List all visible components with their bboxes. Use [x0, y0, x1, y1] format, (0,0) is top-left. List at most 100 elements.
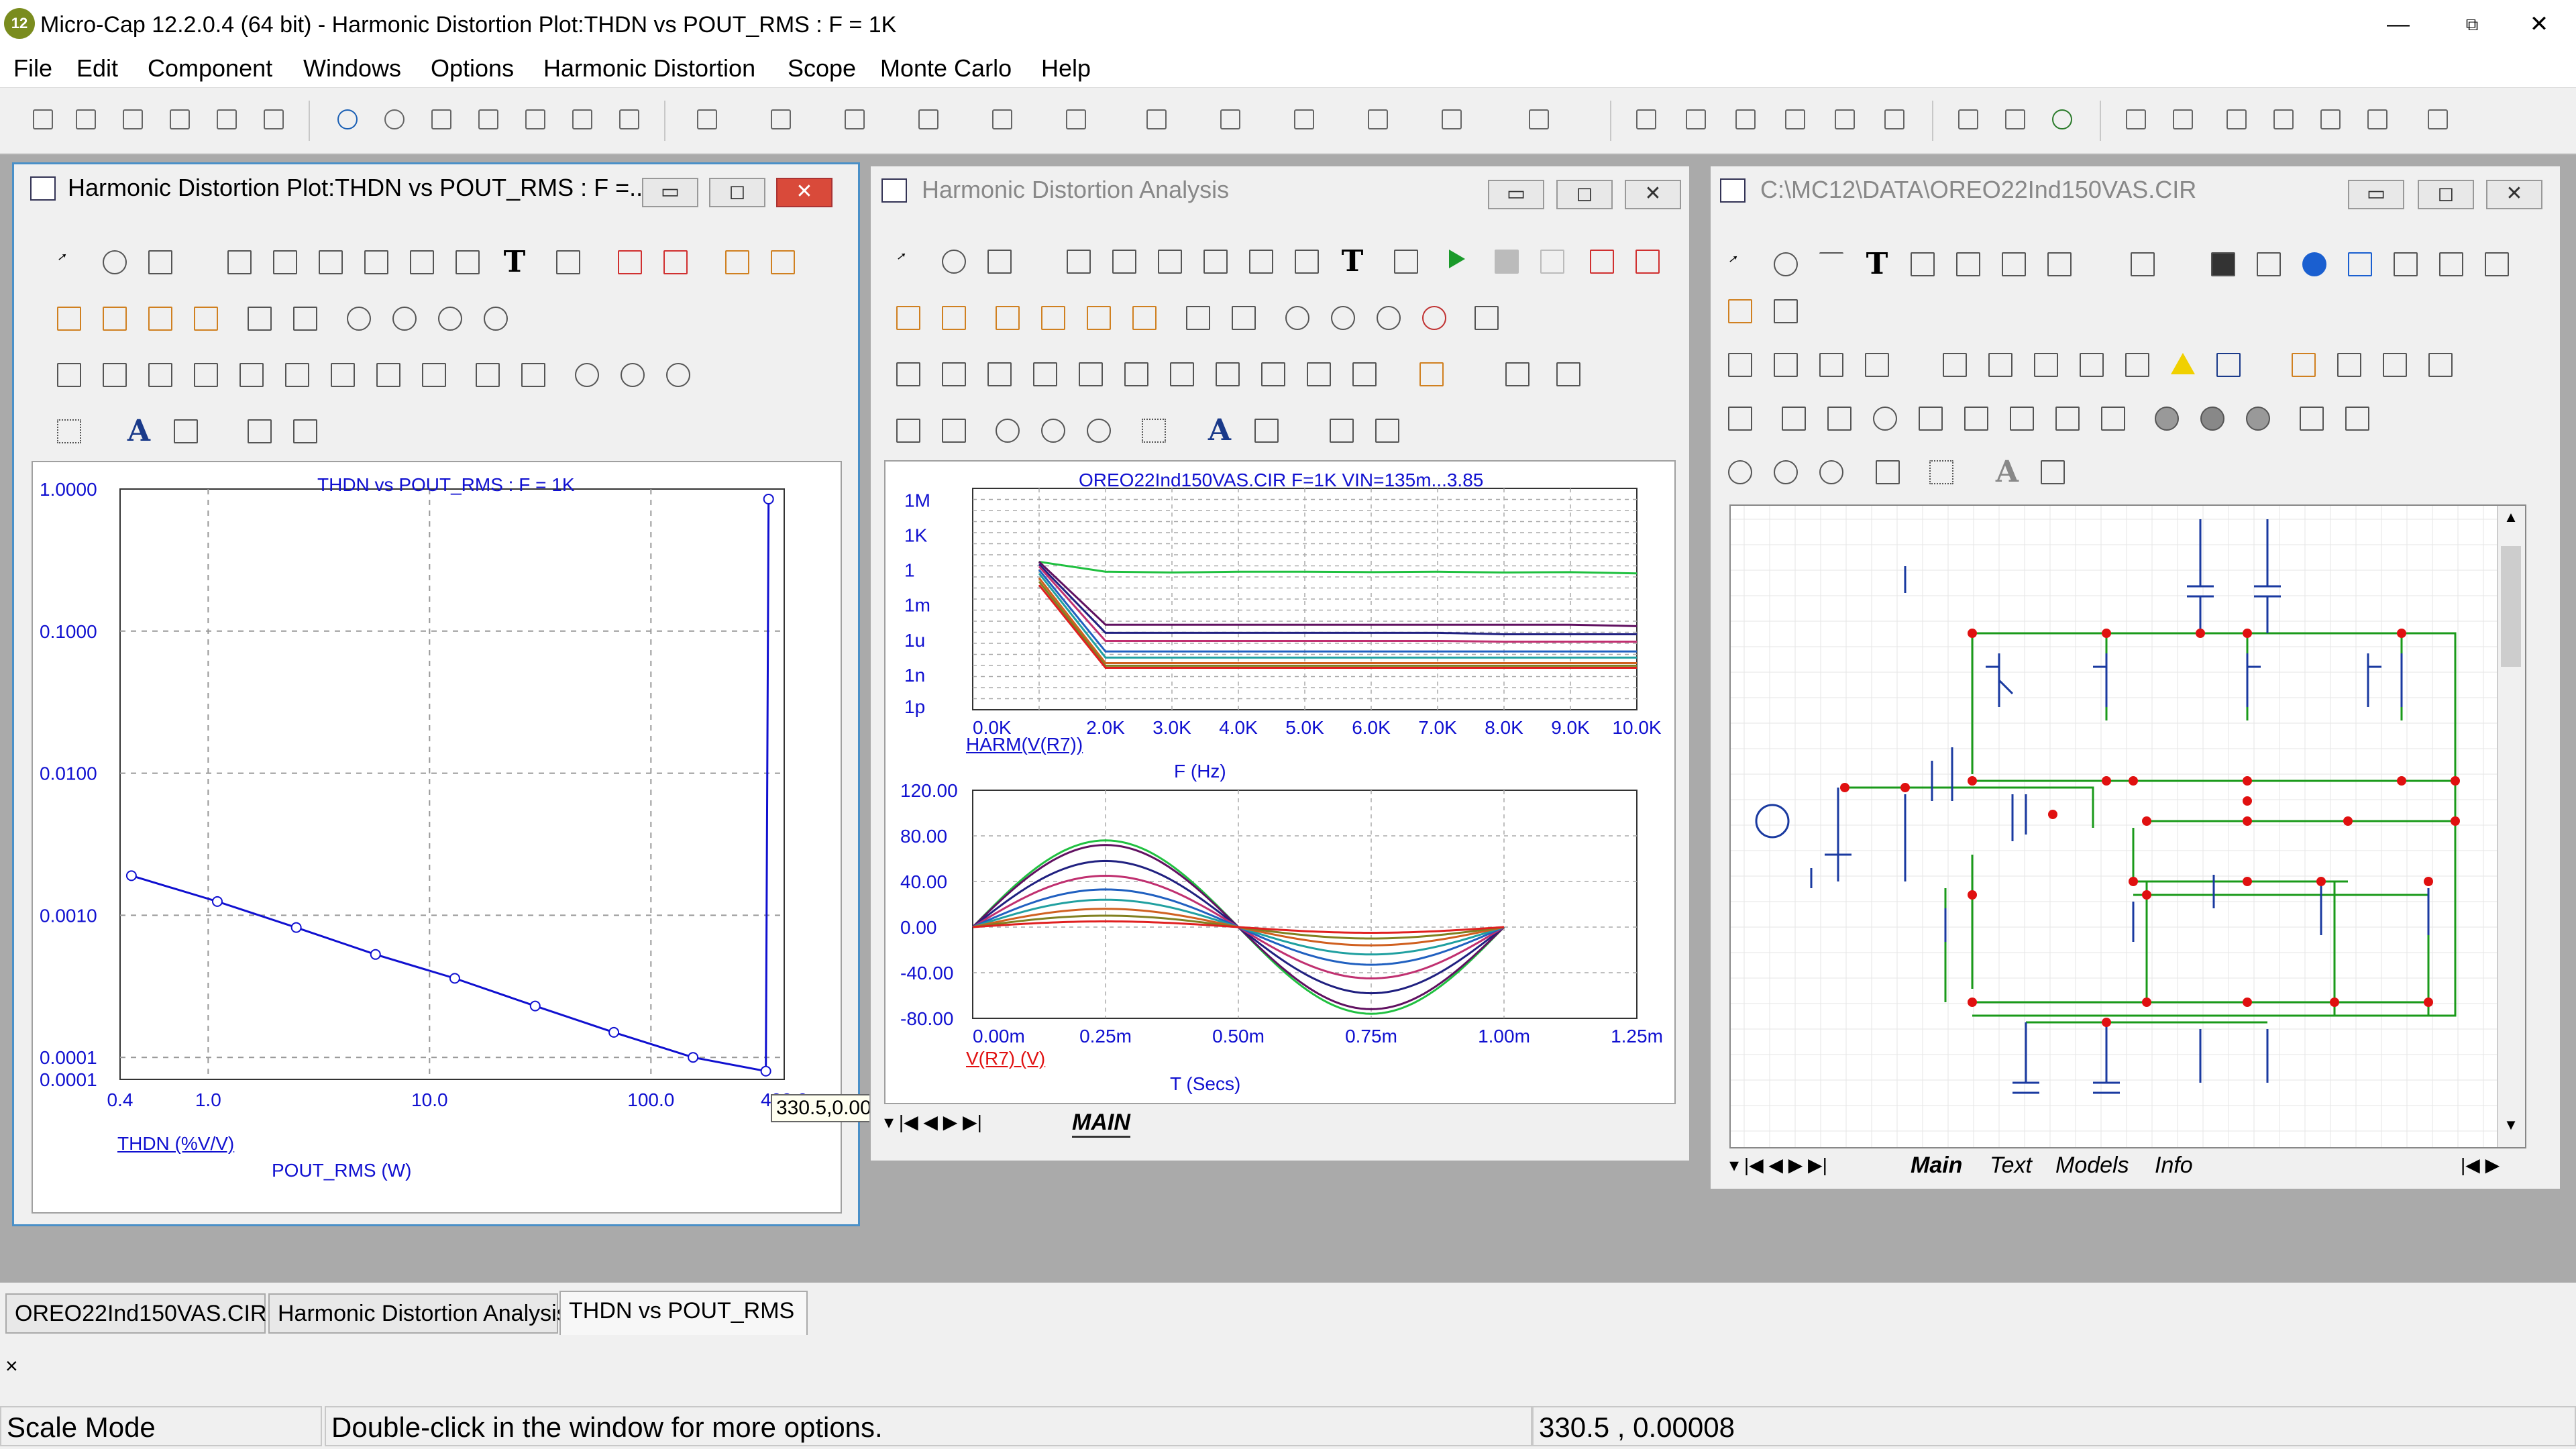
- chart-icon[interactable]: [1198, 244, 1233, 279]
- cursor-icon[interactable]: [1073, 357, 1108, 392]
- checkbox-icon[interactable]: [2434, 247, 2469, 282]
- stop-icon[interactable]: [1489, 244, 1524, 279]
- flip-icon[interactable]: [1913, 401, 1948, 436]
- source-icon[interactable]: [1436, 103, 1469, 137]
- select-mode-icon[interactable]: ➚: [52, 245, 87, 280]
- bus-icon[interactable]: [1996, 247, 2031, 282]
- valley-icon[interactable]: [1326, 301, 1360, 335]
- undo-icon[interactable]: [331, 103, 365, 137]
- tracker-icon[interactable]: [1630, 244, 1665, 279]
- pins-icon[interactable]: [2388, 247, 2423, 282]
- tile-vertical-icon[interactable]: [1680, 103, 1713, 137]
- node-icon[interactable]: [1937, 347, 1972, 382]
- thdn-plot-window[interactable]: Harmonic Distortion Plot:THDN vs POUT_RM…: [12, 162, 910, 1226]
- cursor-icon[interactable]: [891, 357, 926, 392]
- tracker-icon[interactable]: [612, 245, 647, 280]
- chart-icon[interactable]: [313, 245, 348, 280]
- zoom-out-icon[interactable]: [615, 358, 650, 392]
- opamp-icon[interactable]: [1214, 103, 1248, 137]
- redo-icon[interactable]: [378, 103, 412, 137]
- paste-plot-icon[interactable]: [288, 414, 323, 449]
- inductor-icon[interactable]: [912, 103, 946, 137]
- layout-icon[interactable]: [189, 301, 223, 336]
- menu-harmonic-distortion[interactable]: Harmonic Distortion: [543, 50, 755, 87]
- grid-icon[interactable]: [2211, 347, 2246, 382]
- paste-icon[interactable]: [519, 103, 553, 137]
- scale-mode-icon[interactable]: [143, 245, 178, 280]
- layout-icon[interactable]: [990, 301, 1025, 335]
- copy-icon[interactable]: [472, 103, 506, 137]
- chart-icon[interactable]: [222, 245, 257, 280]
- print-preview-icon[interactable]: [211, 103, 244, 137]
- scale-mode-icon[interactable]: [2042, 247, 2077, 282]
- schematic-nav-buttons[interactable]: ▾ |◀ ◀ ▶ ▶|: [1729, 1154, 1827, 1176]
- menu-options[interactable]: Options: [431, 50, 514, 87]
- cursor-icon[interactable]: [234, 358, 269, 392]
- sheet-nav-buttons[interactable]: ▾ |◀ ◀ ▶ ▶|: [884, 1111, 982, 1133]
- minimize-button[interactable]: —: [2361, 4, 2435, 44]
- font-icon[interactable]: A: [1990, 455, 2025, 490]
- grid-dots-icon[interactable]: [1924, 455, 1959, 490]
- window-maximize-button[interactable]: ◻: [1556, 180, 1613, 209]
- scale-icon[interactable]: [470, 358, 505, 392]
- component-icon[interactable]: [1723, 401, 1758, 436]
- cursor-icon[interactable]: [1165, 357, 1199, 392]
- component-editor-icon[interactable]: [2120, 103, 2153, 137]
- pause-icon[interactable]: [1535, 244, 1570, 279]
- chart-icon[interactable]: [450, 245, 485, 280]
- pen-icon[interactable]: [1951, 247, 1986, 282]
- battery-icon[interactable]: [1362, 103, 1395, 137]
- pan-icon[interactable]: [936, 244, 971, 279]
- horizontal-scroll-buttons[interactable]: |◀ ▶: [2461, 1154, 2500, 1176]
- chart-icon[interactable]: [268, 245, 303, 280]
- table-icon[interactable]: [2206, 247, 2241, 282]
- grid-dots-icon[interactable]: [1136, 413, 1171, 448]
- select-mode-icon[interactable]: ➚: [891, 244, 926, 279]
- menu-monte-carlo[interactable]: Monte Carlo: [880, 50, 1012, 87]
- toggle-icon[interactable]: [1870, 455, 1905, 490]
- node-icon[interactable]: [2029, 347, 2063, 382]
- low-icon[interactable]: [1417, 301, 1452, 335]
- mirror-icon[interactable]: [1959, 401, 1994, 436]
- harmonic-analysis-window[interactable]: Harmonic Distortion Analysis ▭ ◻ ✕ ➚ T A…: [869, 165, 1690, 1162]
- layout-icon[interactable]: [52, 301, 87, 336]
- select-all-icon[interactable]: [613, 103, 647, 137]
- book-icon[interactable]: [1952, 103, 1986, 137]
- zoom-fit-icon[interactable]: [1814, 455, 1849, 490]
- cursor-icon[interactable]: [1210, 357, 1245, 392]
- menu-help[interactable]: Help: [1041, 50, 1091, 87]
- cut-icon[interactable]: [425, 103, 459, 137]
- chart-icon[interactable]: [405, 245, 439, 280]
- cursor-icon[interactable]: [325, 358, 360, 392]
- zoom-out-icon[interactable]: [1036, 413, 1071, 448]
- checklist-icon[interactable]: [2479, 247, 2514, 282]
- text-tool-icon[interactable]: T: [1335, 244, 1370, 279]
- calculator-icon[interactable]: [1878, 103, 1912, 137]
- valley-icon[interactable]: [387, 301, 422, 336]
- chart-options-icon[interactable]: [1414, 357, 1449, 392]
- warning-icon[interactable]: [2165, 347, 2200, 382]
- window-minimize-button[interactable]: ▭: [642, 178, 698, 207]
- peak-icon[interactable]: [1280, 301, 1315, 335]
- wire-icon[interactable]: [1814, 247, 1849, 282]
- cursor-icon[interactable]: [1256, 357, 1291, 392]
- list-icon[interactable]: [2096, 401, 2131, 436]
- frame-icon[interactable]: [765, 245, 800, 280]
- cursor-icon[interactable]: [143, 358, 178, 392]
- font-icon[interactable]: A: [1202, 413, 1237, 448]
- tab-info[interactable]: Info: [2155, 1152, 2193, 1179]
- doc-tab-circuit[interactable]: OREO22Ind150VAS.CIR: [5, 1293, 266, 1334]
- chart-icon[interactable]: [1289, 244, 1324, 279]
- high-icon[interactable]: [433, 301, 468, 336]
- tab-main[interactable]: Main: [1911, 1152, 1962, 1179]
- grid-icon[interactable]: [1181, 301, 1216, 335]
- tab-models[interactable]: Models: [2055, 1152, 2129, 1179]
- window-icon[interactable]: [1829, 103, 1862, 137]
- rotate-icon[interactable]: [1868, 401, 1902, 436]
- schematic-canvas[interactable]: ▲ ▼: [1729, 504, 2526, 1148]
- cursor-icon[interactable]: [1119, 357, 1154, 392]
- more-icon[interactable]: [2241, 401, 2275, 436]
- model-icon[interactable]: [2220, 103, 2254, 137]
- sheet-tab-main[interactable]: MAIN: [1072, 1110, 1130, 1138]
- run-icon[interactable]: [1444, 244, 1479, 279]
